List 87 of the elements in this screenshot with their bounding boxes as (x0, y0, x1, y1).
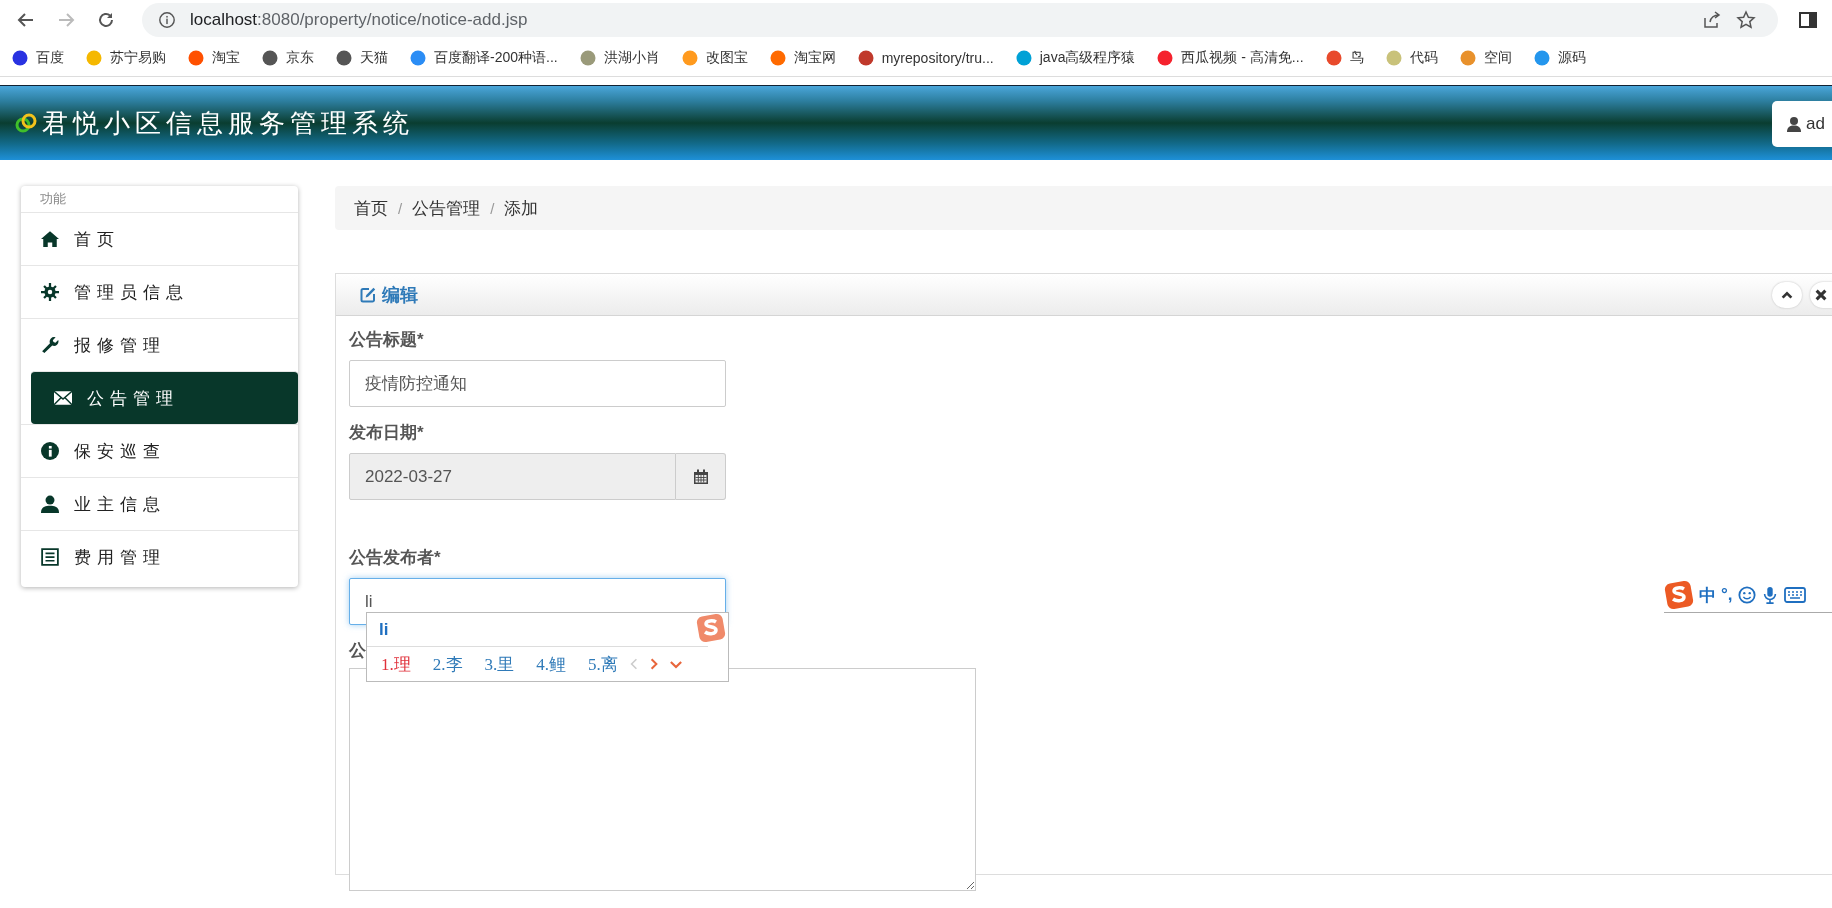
bookmark-icon (1533, 50, 1550, 66)
calendar-icon (692, 468, 709, 485)
smiley-icon[interactable] (1737, 586, 1756, 604)
bookmark[interactable]: 代码 (1385, 49, 1438, 67)
url-text: localhost:8080/property/notice/notice-add.jsp (190, 10, 528, 30)
breadcrumb-link[interactable]: 首页 (354, 196, 388, 220)
side-panel-icon[interactable] (1798, 10, 1818, 30)
field-label: 公 (349, 640, 367, 662)
ime-candidate[interactable]: 4.鲤 (536, 652, 566, 676)
bookmark[interactable]: 西瓜视频 - 高清免... (1157, 49, 1304, 67)
bookmark-icon (86, 50, 102, 66)
close-icon (1814, 287, 1828, 302)
bookmark-icon (262, 50, 278, 66)
reload-icon[interactable] (96, 10, 116, 30)
sidebar-heading: 功能 (39, 190, 67, 208)
bookmark-icon (188, 50, 204, 66)
ime-candidate[interactable]: 2.李 (432, 652, 463, 676)
bookmark[interactable]: myrepository/tru... (857, 50, 994, 66)
bookmark[interactable]: 洪湖小肖 (579, 49, 660, 67)
bookmark[interactable]: 源码 (1533, 49, 1586, 67)
sogou-logo-icon (1664, 580, 1694, 610)
field-label: 发布日期* (349, 422, 425, 444)
sidebar-item[interactable]: 管理员信息 (21, 265, 298, 318)
field-label: 公告标题* (349, 329, 425, 351)
bookmark[interactable]: 淘宝 (188, 49, 240, 67)
user-icon (41, 495, 59, 513)
ime-mode-button[interactable]: °, (1721, 585, 1733, 605)
user-menu-button[interactable]: ad (1772, 101, 1832, 147)
bookmark-icon (1015, 50, 1032, 66)
share-icon[interactable] (1702, 10, 1722, 30)
sidebar-item[interactable]: 业主信息 (21, 477, 298, 530)
ime-candidate[interactable]: 1.理 (381, 652, 411, 676)
calendar-button[interactable] (676, 453, 726, 500)
envelope-icon (54, 389, 72, 407)
edit-icon (360, 286, 376, 303)
bookmark-icon (1459, 50, 1476, 66)
star-icon[interactable] (1736, 10, 1756, 30)
site-title: 君悦小区信息服务管理系统 (42, 107, 414, 140)
info-icon (41, 442, 59, 460)
keyboard-icon[interactable] (1783, 587, 1806, 603)
bookmark[interactable]: 百度翻译-200种语... (410, 49, 558, 67)
bookmark[interactable]: java高级程序猿 (1015, 49, 1136, 67)
bookmark-icon (336, 50, 352, 66)
input-field[interactable]: 疫情防控通知 (349, 360, 726, 407)
info-icon (158, 11, 176, 29)
bookmark[interactable]: 天猫 (336, 49, 388, 67)
bookmark-icon (1157, 50, 1174, 66)
user-icon (1786, 116, 1802, 132)
bookmark-icon (12, 50, 28, 66)
bookmark-icon (410, 50, 426, 66)
bookmark-icon (1325, 50, 1342, 66)
sidebar-item[interactable]: 费用管理 (21, 530, 298, 583)
bookmark[interactable]: 百度 (12, 49, 64, 67)
ime-mode-button[interactable]: 中 (1699, 583, 1716, 607)
bookmark[interactable]: 苏宁易购 (86, 49, 166, 67)
bookmark[interactable]: 淘宝网 (769, 49, 836, 67)
bookmark-icon (857, 50, 874, 66)
breadcrumb-separator: / (397, 199, 404, 217)
breadcrumb-separator: / (489, 199, 496, 217)
sidebar-item[interactable]: 保安巡查 (21, 424, 298, 477)
date-field[interactable]: 2022-03-27 (349, 453, 676, 500)
wrench-icon (41, 336, 59, 354)
ime-candidate[interactable]: 3.里 (484, 652, 515, 676)
breadcrumb-link[interactable]: 公告管理 (412, 196, 481, 220)
list-icon (41, 548, 59, 566)
close-button[interactable] (1810, 281, 1832, 308)
collapse-button[interactable] (1772, 281, 1802, 308)
sidebar-item[interactable]: 公告管理 (31, 371, 298, 424)
bookmark-icon (579, 50, 596, 66)
bookmark[interactable]: 空间 (1459, 49, 1512, 67)
chevron-down-icon[interactable] (669, 659, 682, 669)
sidebar-item[interactable]: 首页 (21, 212, 298, 265)
bookmark-icon (769, 50, 786, 66)
bookmark[interactable]: 改图宝 (681, 49, 748, 67)
bookmark-icon (1385, 50, 1402, 66)
gear-icon (41, 283, 59, 301)
breadcrumb-current: 添加 (504, 197, 539, 220)
logo-icon (14, 111, 38, 135)
bookmark[interactable]: 鸟 (1325, 49, 1364, 67)
home-icon (41, 230, 59, 248)
chevron-right-icon[interactable] (649, 658, 658, 670)
bookmark-icon (681, 50, 698, 66)
bookmark[interactable]: 京东 (262, 49, 314, 67)
field-label: 公告发布者* (349, 547, 442, 569)
panel-title: 编辑 (360, 282, 418, 307)
ime-candidate[interactable]: 5.离 (588, 652, 618, 676)
address-bar[interactable]: localhost:8080/property/notice/notice-add.jsp (142, 3, 1778, 37)
